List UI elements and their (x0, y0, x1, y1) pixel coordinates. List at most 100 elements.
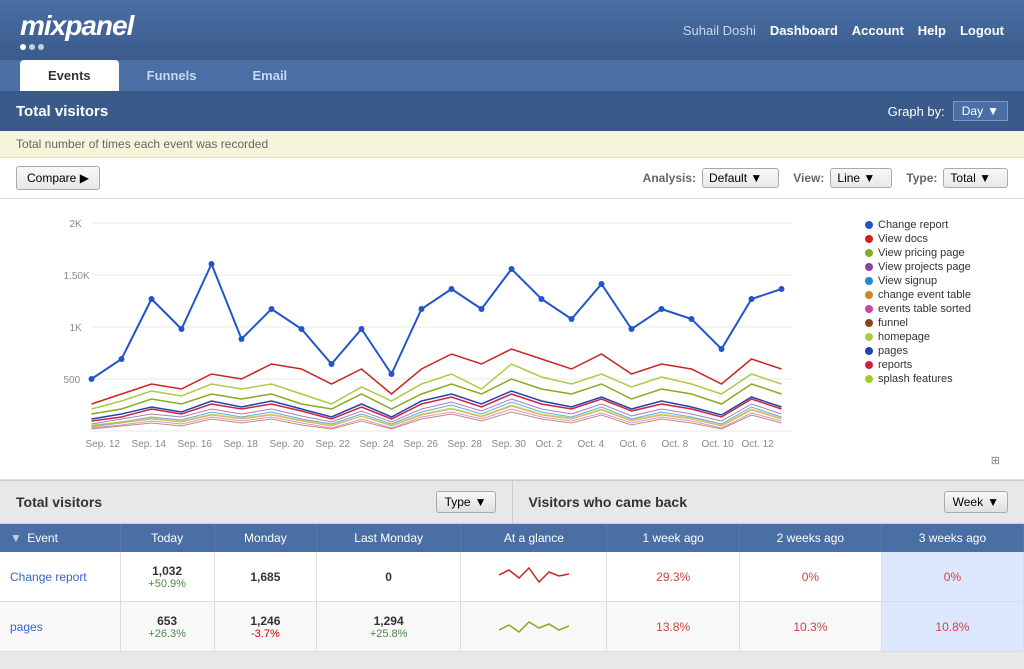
svg-text:Sep. 30: Sep. 30 (492, 439, 527, 449)
legend-color-pages (865, 347, 873, 355)
event-link-change-report[interactable]: Change report (10, 570, 87, 584)
col-header-today: Today (120, 524, 214, 552)
chart-container: 2K 1.50K 1K 500 (10, 209, 1008, 452)
week-selector-button[interactable]: Week ▼ (944, 491, 1008, 513)
chart-controls-right: Analysis: Default ▼ View: Line ▼ Type: T… (643, 168, 1008, 188)
main-chart-svg: 2K 1.50K 1K 500 (10, 209, 853, 449)
today-cell-2: 653 +26.3% (120, 602, 214, 652)
svg-text:500: 500 (64, 375, 81, 386)
today-cell-1: 1,032 +50.9% (120, 552, 214, 602)
legend-label-funnel: funnel (878, 317, 908, 329)
view-button[interactable]: Line ▼ (830, 168, 892, 188)
legend-label-view-docs: View docs (878, 233, 928, 245)
logo-dots (20, 44, 133, 50)
type-button[interactable]: Total ▼ (943, 168, 1008, 188)
legend-label-view-projects: View projects page (878, 261, 971, 273)
w1-cell-2: 13.8% (607, 602, 739, 652)
w3-cell-1: 0% (881, 552, 1023, 602)
header: mixpanel Suhail Doshi Dashboard Account … (0, 0, 1024, 60)
tab-funnels[interactable]: Funnels (119, 60, 225, 91)
col-header-3-weeks-ago: 3 weeks ago (881, 524, 1023, 552)
legend-label-events-table-sorted: events table sorted (878, 303, 971, 315)
visitors-came-back-header: Visitors who came back Week ▼ (513, 481, 1024, 523)
monday-value-2: 1,246 (225, 614, 306, 628)
chart-title: Total visitors (16, 103, 108, 120)
svg-text:1.50K: 1.50K (64, 271, 90, 282)
legend-item-funnel: funnel (865, 317, 1008, 329)
last-monday-cell-2: 1,294 +25.8% (317, 602, 461, 652)
type-label: Type: (906, 171, 937, 185)
svg-text:Sep. 14: Sep. 14 (132, 439, 167, 449)
svg-text:Sep. 18: Sep. 18 (224, 439, 259, 449)
logo-area: mixpanel (20, 10, 133, 50)
last-monday-pct-2: +25.8% (327, 628, 450, 640)
week-selector-label: Week (953, 495, 983, 509)
event-link-pages[interactable]: pages (10, 620, 43, 634)
legend-label-reports: reports (878, 359, 912, 371)
svg-text:Sep. 24: Sep. 24 (360, 439, 395, 449)
svg-text:Sep. 12: Sep. 12 (86, 439, 121, 449)
chart-header: Total visitors Graph by: Day ▼ (0, 91, 1024, 131)
tab-events[interactable]: Events (20, 60, 119, 91)
legend-item-change-report: Change report (865, 219, 1008, 231)
monday-pct-2: -3.7% (225, 628, 306, 640)
graph-by-value: Day (962, 104, 983, 118)
help-link[interactable]: Help (918, 23, 946, 38)
last-monday-value-2: 1,294 (327, 614, 450, 628)
total-visitors-header: Total visitors Type ▼ (0, 481, 513, 523)
logout-link[interactable]: Logout (960, 23, 1004, 38)
at-glance-cell-1 (461, 552, 607, 602)
type-selector-button[interactable]: Type ▼ (436, 491, 496, 513)
table-row: Change report 1,032 +50.9% 1,685 0 (0, 552, 1024, 602)
graph-by-button[interactable]: Day ▼ (953, 101, 1008, 121)
legend-label-homepage: homepage (878, 331, 930, 343)
tab-email[interactable]: Email (224, 60, 315, 91)
analysis-control: Analysis: Default ▼ (643, 168, 780, 188)
type-selector-label: Type (445, 495, 471, 509)
w3-cell-2: 10.8% (881, 602, 1023, 652)
info-bar: Total number of times each event was rec… (0, 131, 1024, 158)
legend-item-homepage: homepage (865, 331, 1008, 343)
compare-button[interactable]: Compare ▶ (16, 166, 100, 190)
monday-value-1: 1,685 (225, 570, 306, 584)
username: Suhail Doshi (683, 23, 756, 38)
chart-export: ⊞ (10, 452, 1008, 469)
event-name-cell-1: Change report (0, 552, 120, 602)
logo: mixpanel (20, 10, 133, 42)
legend-color-view-pricing (865, 249, 873, 257)
svg-text:Sep. 22: Sep. 22 (316, 439, 351, 449)
analysis-button[interactable]: Default ▼ (702, 168, 779, 188)
export-icon[interactable]: ⊞ (991, 455, 1000, 467)
legend-label-view-signup: View signup (878, 275, 937, 287)
legend-item-splash-features: splash features (865, 373, 1008, 385)
col-header-event: ▼ Event (0, 524, 120, 552)
sparkline-2 (499, 610, 569, 640)
svg-text:Sep. 28: Sep. 28 (448, 439, 483, 449)
monday-cell-1: 1,685 (214, 552, 316, 602)
legend-item-pages: pages (865, 345, 1008, 357)
col-header-last-monday: Last Monday (317, 524, 461, 552)
logo-dot-2 (29, 44, 35, 50)
chevron-down-icon-type: ▼ (475, 495, 487, 509)
col-header-at-glance: At a glance (461, 524, 607, 552)
legend-color-events-table-sorted (865, 305, 873, 313)
legend-color-view-docs (865, 235, 873, 243)
svg-text:Sep. 20: Sep. 20 (270, 439, 305, 449)
last-monday-cell-1: 0 (317, 552, 461, 602)
legend-color-splash-features (865, 375, 873, 383)
view-control: View: Line ▼ (793, 168, 892, 188)
w2-cell-2: 10.3% (739, 602, 881, 652)
svg-text:2K: 2K (70, 219, 83, 230)
bottom-header: Total visitors Type ▼ Visitors who came … (0, 481, 1024, 524)
col-header-2-weeks-ago: 2 weeks ago (739, 524, 881, 552)
w1-value-2: 13.8% (656, 620, 690, 634)
header-nav: Suhail Doshi Dashboard Account Help Logo… (683, 23, 1004, 38)
svg-text:Oct. 10: Oct. 10 (702, 439, 735, 449)
account-link[interactable]: Account (852, 23, 904, 38)
chevron-down-icon-week: ▼ (987, 495, 999, 509)
controls-bar: Compare ▶ Analysis: Default ▼ View: Line… (0, 158, 1024, 199)
legend-color-homepage (865, 333, 873, 341)
legend-label-splash-features: splash features (878, 373, 953, 385)
dashboard-link[interactable]: Dashboard (770, 23, 838, 38)
svg-text:Oct. 2: Oct. 2 (536, 439, 563, 449)
